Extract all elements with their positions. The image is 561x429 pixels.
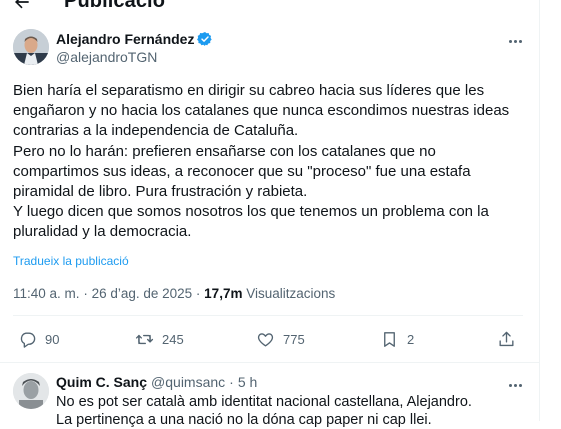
- post-column: Publicació Alejandro Fernández @alejandr…: [0, 0, 540, 428]
- author-name[interactable]: Alejandro Fernández: [56, 31, 194, 47]
- author-name-row[interactable]: Alejandro Fernández: [56, 31, 213, 47]
- reply-author-handle[interactable]: @quimsanc: [151, 374, 225, 390]
- tweet-paragraph: Bien haría el separatismo en dirigir su …: [13, 82, 510, 140]
- page-header: Publicació: [0, 0, 539, 18]
- author-handle[interactable]: @alejandroTGN: [56, 49, 157, 65]
- reply-button[interactable]: 90: [18, 330, 59, 349]
- repost-button[interactable]: 245: [135, 330, 184, 349]
- bookmark-icon: [384, 332, 395, 347]
- tweet-paragraph: Pero no lo harán: prefieren ensañarse co…: [13, 142, 471, 201]
- like-count: 775: [283, 332, 305, 347]
- reply-icon: [20, 332, 36, 348]
- share-button[interactable]: [497, 330, 516, 349]
- tweet-time[interactable]: 11:40 a. m.: [13, 286, 80, 301]
- back-arrow-icon[interactable]: [12, 0, 32, 12]
- reply-avatar-image: [13, 373, 49, 409]
- tweet-date[interactable]: 26 d’ag. de 2025: [92, 286, 193, 301]
- views-label: Visualitzacions: [246, 286, 336, 301]
- more-icon[interactable]: [506, 32, 524, 50]
- reply-time[interactable]: 5 h: [238, 374, 257, 390]
- views-count: 17,7m: [204, 286, 243, 301]
- reply-text-line: La pertinença a una nació no la dóna cap…: [56, 412, 432, 428]
- share-icon: [499, 331, 514, 347]
- repost-count: 245: [162, 332, 184, 347]
- avatar[interactable]: [13, 29, 49, 65]
- reply-avatar[interactable]: [13, 373, 49, 409]
- reply-author-name[interactable]: Quim C. Sanç: [56, 374, 147, 390]
- tweet-meta: 11:40 a. m. · 26 d’ag. de 2025 · 17,7m V…: [13, 286, 336, 301]
- divider: [13, 315, 523, 316]
- like-button[interactable]: 775: [256, 330, 305, 349]
- verified-icon: [197, 32, 213, 46]
- like-icon: [257, 333, 274, 347]
- action-bar: 90 245 775 2: [0, 330, 539, 352]
- reply-text-line: No es pot ser català amb identitat nacio…: [56, 394, 472, 410]
- bookmark-count: 2: [407, 332, 415, 347]
- reply-count: 90: [45, 332, 60, 347]
- repost-icon: [135, 334, 154, 345]
- tweet-text: Bien haría el separatismo en dirigir su …: [13, 81, 523, 243]
- reply-text: No es pot ser català amb identitat nacio…: [56, 393, 526, 429]
- more-icon[interactable]: [506, 376, 524, 394]
- page-title: Publicació: [64, 0, 166, 12]
- bookmark-button[interactable]: 2: [380, 330, 414, 349]
- reply-header: Quim C. Sanç @quimsanc · 5 h: [56, 374, 258, 390]
- translate-link[interactable]: Tradueix la publicació: [13, 254, 129, 268]
- tweet-paragraph: Y luego dicen que somos nosotros los que…: [13, 203, 489, 241]
- divider: [0, 362, 539, 363]
- avatar-image: [13, 29, 49, 65]
